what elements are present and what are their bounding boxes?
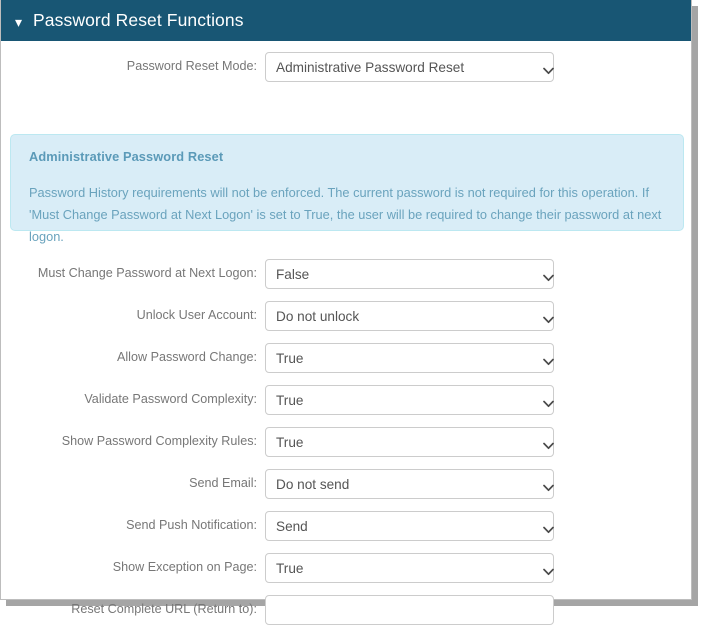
select-field[interactable]: False <box>265 259 554 289</box>
chevron-down-icon[interactable]: ▾ <box>15 15 22 29</box>
select-value: False <box>276 266 310 282</box>
page-title: Password Reset Functions <box>33 10 244 30</box>
form-row: Show Password Complexity Rules: True <box>1 427 693 457</box>
field-label: Send Email: <box>189 476 257 491</box>
form-row: Send Push Notification: Send <box>1 511 693 541</box>
form-row: Reset Complete URL (Return to): <box>1 595 693 625</box>
form-row: Send Email: Do not send <box>1 469 693 499</box>
control-wrap-password-reset-mode: Administrative Password Reset <box>265 52 554 82</box>
alert-title: Administrative Password Reset <box>29 149 224 164</box>
form-row-password-reset-mode: Password Reset Mode: Administrative Pass… <box>1 52 693 82</box>
label-password-reset-mode: Password Reset Mode: <box>126 59 257 74</box>
panel-header[interactable]: ▾ Password Reset Functions <box>1 0 691 41</box>
control-wrap: True <box>265 553 554 583</box>
select-value: Do not send <box>276 476 350 492</box>
select-value: Send <box>276 518 308 534</box>
select-value: True <box>276 434 304 450</box>
panel-body: Password Reset Mode: Administrative Pass… <box>1 41 693 625</box>
select-field[interactable]: Do not send <box>265 469 554 499</box>
field-label: Send Push Notification: <box>126 518 257 533</box>
select-password-reset-mode[interactable]: Administrative Password Reset <box>265 52 554 82</box>
alert-text: Password History requirements will not b… <box>29 185 662 244</box>
control-wrap: True <box>265 427 554 457</box>
field-label: Allow Password Change: <box>116 350 257 365</box>
select-field[interactable]: True <box>265 385 554 415</box>
form-row: Unlock User Account: Do not unlock <box>1 301 693 331</box>
control-wrap: False <box>265 259 554 289</box>
select-value-password-reset-mode: Administrative Password Reset <box>276 59 465 75</box>
field-label: Show Password Complexity Rules: <box>61 434 257 449</box>
form-row: Allow Password Change: True <box>1 343 693 373</box>
form-row: Must Change Password at Next Logon: False <box>1 259 693 289</box>
select-value: Do not unlock <box>276 308 360 324</box>
control-wrap: Do not send <box>265 469 554 499</box>
select-value: True <box>276 392 304 408</box>
control-wrap: True <box>265 385 554 415</box>
select-field[interactable]: True <box>265 553 554 583</box>
field-label: Show Exception on Page: <box>112 560 257 575</box>
form-row: Validate Password Complexity: True <box>1 385 693 415</box>
form-row: Show Exception on Page: True <box>1 553 693 583</box>
info-alert: Administrative Password Reset Password H… <box>10 134 684 244</box>
select-field[interactable]: Send <box>265 511 554 541</box>
control-wrap: Send <box>265 511 554 541</box>
select-field[interactable]: True <box>265 427 554 457</box>
control-wrap: True <box>265 343 554 373</box>
control-wrap <box>265 595 554 625</box>
select-field[interactable]: True <box>265 343 554 373</box>
field-label: Unlock User Account: <box>136 308 257 323</box>
select-value: True <box>276 560 304 576</box>
field-label: Reset Complete URL (Return to): <box>71 602 257 617</box>
select-value: True <box>276 350 304 366</box>
control-wrap: Do not unlock <box>265 301 554 331</box>
select-field[interactable]: Do not unlock <box>265 301 554 331</box>
field-label: Must Change Password at Next Logon: <box>37 266 257 281</box>
field-label: Validate Password Complexity: <box>84 392 257 407</box>
password-reset-panel: ▾ Password Reset Functions Password Rese… <box>0 0 693 625</box>
text-input[interactable] <box>265 595 554 625</box>
